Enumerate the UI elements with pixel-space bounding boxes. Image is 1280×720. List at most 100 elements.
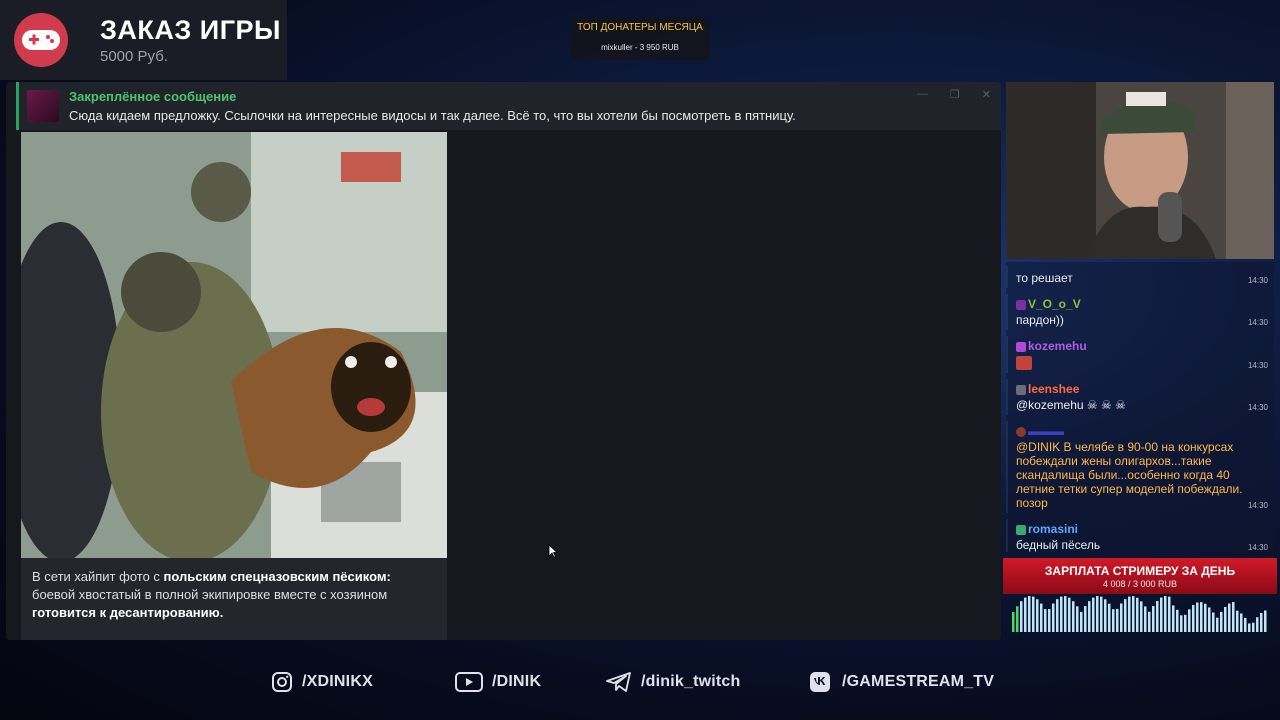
salary-value: 4 008 / 3 000 RUB bbox=[1102, 579, 1178, 589]
salary-title: ЗАРПЛАТА СТРИМЕРУ ЗА ДЕНЬ bbox=[1044, 564, 1236, 578]
top-donators-entry: mixkuller - 3 950 RUB bbox=[601, 43, 679, 52]
badge-icon bbox=[1016, 524, 1026, 535]
visualizer-bar bbox=[1264, 610, 1267, 632]
visualizer-bar bbox=[1164, 596, 1167, 632]
post-text: В сети хайпит фото с польским спецназовс… bbox=[32, 569, 391, 620]
vk-icon bbox=[810, 672, 830, 692]
visualizer-bar bbox=[1196, 602, 1199, 632]
visualizer-bar bbox=[1040, 603, 1043, 632]
visualizer-bar bbox=[1068, 597, 1071, 632]
skull-emote-icon: ☠ ☠ ☠ bbox=[1086, 397, 1126, 412]
order-price: 5000 Руб. bbox=[100, 48, 168, 65]
stream-chat: то решает 14:30 V_O_o_V пардон)) 14:30 k… bbox=[1006, 262, 1274, 552]
visualizer-bar bbox=[1096, 596, 1099, 632]
salary-widget: ЗАРПЛАТА СТРИМЕРУ ЗА ДЕНЬ 4 008 / 3 000 … bbox=[1003, 558, 1277, 594]
visualizer-bar bbox=[1156, 601, 1159, 632]
chat-message: leenshee @kozemehu ☠ ☠ ☠ 14:30 bbox=[1006, 378, 1274, 415]
chat-username[interactable]: ▬▬▬ bbox=[1028, 424, 1064, 438]
order-panel: ЗАКАЗ ИГРЫ 5000 Руб. bbox=[0, 0, 287, 80]
visualizer-bar bbox=[1076, 606, 1079, 632]
visualizer-bar bbox=[1020, 601, 1023, 632]
visualizer-bar bbox=[1184, 614, 1187, 632]
telegram-icon bbox=[606, 672, 631, 692]
visualizer-bar bbox=[1084, 606, 1087, 632]
social-label: /DINIK bbox=[492, 673, 542, 690]
visualizer-bar bbox=[1212, 612, 1215, 632]
webcam-feed bbox=[1006, 82, 1274, 259]
visualizer-bar bbox=[1028, 596, 1031, 632]
chat-username[interactable]: leenshee bbox=[1028, 382, 1079, 396]
social-vk[interactable]: /GAMESTREAM_TV bbox=[808, 670, 994, 694]
visualizer-bar bbox=[1256, 617, 1259, 632]
instagram-icon bbox=[272, 672, 292, 692]
visualizer-bar bbox=[1120, 603, 1123, 632]
visualizer-bar bbox=[1104, 599, 1107, 632]
visualizer-bar bbox=[1080, 611, 1083, 632]
top-donators-title: ТОП ДОНАТЕРЫ МЕСЯЦА bbox=[577, 22, 703, 33]
chat-message: romasini бедный пёсель 14:30 bbox=[1006, 518, 1274, 552]
chat-username[interactable]: kozemehu bbox=[1028, 339, 1087, 353]
visualizer-bar bbox=[1136, 597, 1139, 632]
visualizer-bar bbox=[1108, 603, 1111, 632]
maximize-icon[interactable]: ❐ bbox=[950, 88, 960, 101]
visualizer-bar bbox=[1088, 601, 1091, 632]
visualizer-bar bbox=[1260, 612, 1263, 632]
visualizer-bar bbox=[1160, 597, 1163, 632]
visualizer-bar bbox=[1152, 606, 1155, 632]
chat-message: kozemehu 14:30 bbox=[1006, 336, 1274, 373]
telegram-window: Закреплённое сообщение Сюда кидаем предл… bbox=[6, 82, 1001, 640]
window-controls: — ❐ ✕ bbox=[917, 88, 991, 101]
visualizer-bar bbox=[1220, 611, 1223, 632]
chat-username[interactable]: V_O_o_V bbox=[1028, 297, 1081, 311]
badge-icon bbox=[1016, 384, 1026, 395]
visualizer-bar bbox=[1204, 603, 1207, 632]
pinned-thumbnail bbox=[27, 90, 59, 122]
chat-message: ▬▬▬ @DINIK В челябе в 90-00 на конкурсах… bbox=[1006, 420, 1274, 513]
emote-icon bbox=[1016, 355, 1032, 370]
visualizer-bar bbox=[1048, 609, 1051, 632]
chat-username[interactable]: romasini bbox=[1028, 522, 1078, 536]
pinned-message[interactable]: Закреплённое сообщение Сюда кидаем предл… bbox=[16, 82, 1001, 130]
visualizer-bar bbox=[1224, 606, 1227, 632]
social-label: /dinik_twitch bbox=[641, 673, 741, 690]
visualizer-bar bbox=[1044, 609, 1047, 632]
visualizer-bar bbox=[1116, 608, 1119, 632]
top-donators-widget: ТОП ДОНАТЕРЫ МЕСЯЦА mixkuller - 3 950 RU… bbox=[571, 18, 709, 60]
visualizer-bar bbox=[1112, 609, 1115, 632]
visualizer-bar bbox=[1132, 596, 1135, 632]
post-photo[interactable] bbox=[21, 132, 447, 558]
visualizer-bar bbox=[1232, 602, 1235, 632]
visualizer-bar bbox=[1216, 617, 1219, 632]
visualizer-bar bbox=[1192, 605, 1195, 632]
visualizer-bar bbox=[1124, 599, 1127, 632]
visualizer-bar bbox=[1052, 603, 1055, 632]
visualizer-bar bbox=[1092, 597, 1095, 632]
social-label: /GAMESTREAM_TV bbox=[842, 673, 995, 690]
visualizer-bar bbox=[1176, 609, 1179, 632]
visualizer-bar bbox=[1144, 606, 1147, 632]
visualizer-bar bbox=[1200, 602, 1203, 632]
chat-message: V_O_o_V пардон)) 14:30 bbox=[1006, 294, 1274, 330]
social-instagram[interactable]: /XDINIKX bbox=[270, 670, 373, 694]
close-icon[interactable]: ✕ bbox=[982, 88, 991, 101]
visualizer-bar bbox=[1168, 596, 1171, 632]
badge-icon bbox=[1016, 341, 1026, 352]
visualizer-bar bbox=[1208, 607, 1211, 632]
visualizer-bar bbox=[1016, 606, 1019, 632]
badge-icon bbox=[1016, 299, 1026, 310]
visualizer-bar bbox=[1248, 623, 1251, 632]
visualizer-bar bbox=[1036, 599, 1039, 632]
social-youtube[interactable]: /DINIK bbox=[454, 670, 541, 694]
minimize-icon[interactable]: — bbox=[917, 88, 928, 101]
visualizer-bar bbox=[1032, 596, 1035, 632]
social-telegram[interactable]: /dinik_twitch bbox=[605, 670, 741, 694]
visualizer-bar bbox=[1244, 617, 1247, 632]
visualizer-bar bbox=[1188, 609, 1191, 632]
visualizer-bar bbox=[1180, 615, 1183, 632]
badge-icon bbox=[1016, 426, 1026, 437]
audio-visualizer bbox=[1010, 594, 1272, 634]
visualizer-bar bbox=[1236, 610, 1239, 632]
visualizer-bar bbox=[1056, 599, 1059, 632]
visualizer-bar bbox=[1060, 596, 1063, 632]
social-links: /XDINIKX /DINIK /dinik_twitch /GAMESTREA… bbox=[0, 670, 1280, 696]
